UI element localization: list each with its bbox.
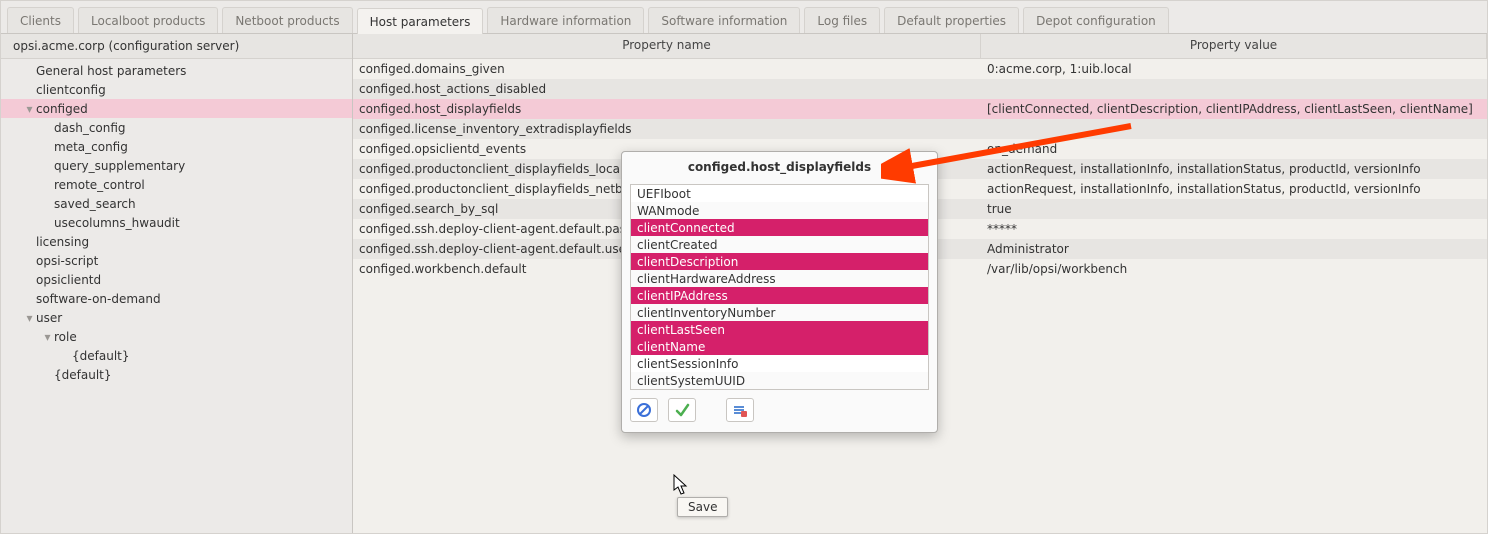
property-name-cell: configed.host_actions_disabled: [353, 79, 981, 99]
popup-option-clientCreated[interactable]: clientCreated: [631, 236, 928, 253]
sidebar-item-role[interactable]: ▾role: [1, 327, 352, 346]
popup-option-clientSystemUUID[interactable]: clientSystemUUID: [631, 372, 928, 389]
table-row[interactable]: configed.license_inventory_extradisplayf…: [353, 119, 1487, 139]
tree-item-label: clientconfig: [36, 83, 106, 97]
tree-item-label: dash_config: [54, 121, 126, 135]
remove-list-icon: [732, 402, 748, 418]
sidebar-item--default-[interactable]: {default}: [1, 346, 352, 365]
property-name-cell: configed.host_displayfields: [353, 99, 981, 119]
sidebar-item-general-host-parameters[interactable]: General host parameters: [1, 61, 352, 80]
property-value-cell: [clientConnected, clientDescription, cli…: [981, 99, 1487, 119]
popup-option-clientHardwareAddress[interactable]: clientHardwareAddress: [631, 270, 928, 287]
sidebar: opsi.acme.corp (configuration server) Ge…: [1, 34, 353, 534]
sidebar-item-licensing[interactable]: licensing: [1, 232, 352, 251]
popup-option-WANmode[interactable]: WANmode: [631, 202, 928, 219]
sidebar-header: opsi.acme.corp (configuration server): [1, 34, 352, 59]
property-value-cell: true: [981, 199, 1487, 219]
tab-localboot-products[interactable]: Localboot products: [78, 7, 218, 33]
sidebar-item-dash-config[interactable]: dash_config: [1, 118, 352, 137]
tab-log-files[interactable]: Log files: [804, 7, 880, 33]
tree-item-label: {default}: [54, 368, 112, 382]
app-root: ClientsLocalboot productsNetboot product…: [0, 0, 1488, 534]
tree-item-label: meta_config: [54, 140, 128, 154]
property-value-cell: Administrator: [981, 239, 1487, 259]
property-value-cell: on_demand: [981, 139, 1487, 159]
sidebar-item-user[interactable]: ▾user: [1, 308, 352, 327]
sidebar-item-clientconfig[interactable]: clientconfig: [1, 80, 352, 99]
tree-item-label: remote_control: [54, 178, 145, 192]
tree-item-label: configed: [36, 102, 88, 116]
tree-item-label: saved_search: [54, 197, 136, 211]
popup-title: configed.host_displayfields: [622, 152, 937, 184]
popup-option-clientInventoryNumber[interactable]: clientInventoryNumber: [631, 304, 928, 321]
tab-bar: ClientsLocalboot productsNetboot product…: [1, 1, 1487, 34]
popup-option-clientIPAddress[interactable]: clientIPAddress: [631, 287, 928, 304]
property-value-cell: actionRequest, installationInfo, install…: [981, 179, 1487, 199]
tab-clients[interactable]: Clients: [7, 7, 74, 33]
sidebar-item-meta-config[interactable]: meta_config: [1, 137, 352, 156]
column-property-value[interactable]: Property value: [981, 34, 1487, 58]
property-name-cell: configed.domains_given: [353, 59, 981, 79]
column-property-name[interactable]: Property name: [353, 34, 981, 58]
tab-host-parameters[interactable]: Host parameters: [357, 8, 484, 34]
sidebar-item-remote-control[interactable]: remote_control: [1, 175, 352, 194]
tree-item-label: opsiclientd: [36, 273, 101, 287]
sidebar-tree: General host parametersclientconfig▾conf…: [1, 59, 352, 534]
tree-item-label: usecolumns_hwaudit: [54, 216, 180, 230]
disclosure-triangle-icon[interactable]: ▾: [25, 102, 34, 116]
tab-netboot-products[interactable]: Netboot products: [222, 7, 352, 33]
sidebar-item-software-on-demand[interactable]: software-on-demand: [1, 289, 352, 308]
popup-option-list: UEFIbootWANmodeclientConnectedclientCrea…: [630, 184, 929, 390]
popup-option-clientLastSeen[interactable]: clientLastSeen: [631, 321, 928, 338]
sidebar-item-opsiclientd[interactable]: opsiclientd: [1, 270, 352, 289]
tree-item-label: role: [54, 330, 77, 344]
sidebar-item-configed[interactable]: ▾configed: [1, 99, 352, 118]
prohibited-icon: [636, 402, 652, 418]
popup-action-bar: [622, 390, 937, 432]
cancel-button[interactable]: [630, 398, 658, 422]
tree-item-label: {default}: [72, 349, 130, 363]
property-value-cell: [981, 79, 1487, 99]
tree-item-label: user: [36, 311, 62, 325]
property-value-cell: [981, 119, 1487, 139]
tree-item-label: General host parameters: [36, 64, 186, 78]
popup-option-clientConnected[interactable]: clientConnected: [631, 219, 928, 236]
popup-option-clientDescription[interactable]: clientDescription: [631, 253, 928, 270]
tab-default-properties[interactable]: Default properties: [884, 7, 1019, 33]
table-row[interactable]: configed.host_actions_disabled: [353, 79, 1487, 99]
tree-item-label: opsi-script: [36, 254, 98, 268]
property-value-cell: /var/lib/opsi/workbench: [981, 259, 1487, 279]
sidebar-item-usecolumns-hwaudit[interactable]: usecolumns_hwaudit: [1, 213, 352, 232]
disclosure-triangle-icon[interactable]: ▾: [43, 330, 52, 344]
sidebar-item-saved-search[interactable]: saved_search: [1, 194, 352, 213]
tree-item-label: query_supplementary: [54, 159, 185, 173]
tab-depot-configuration[interactable]: Depot configuration: [1023, 7, 1169, 33]
value-selection-popup: configed.host_displayfields UEFIbootWANm…: [621, 151, 938, 433]
tree-item-label: software-on-demand: [36, 292, 161, 306]
table-row[interactable]: configed.domains_given0:acme.corp, 1:uib…: [353, 59, 1487, 79]
property-value-cell: actionRequest, installationInfo, install…: [981, 159, 1487, 179]
property-value-cell: *****: [981, 219, 1487, 239]
table-row[interactable]: configed.host_displayfields[clientConnec…: [353, 99, 1487, 119]
popup-option-UEFIboot[interactable]: UEFIboot: [631, 185, 928, 202]
table-header: Property name Property value: [353, 34, 1487, 59]
checkmark-icon: [674, 402, 690, 418]
sidebar-item-query-supplementary[interactable]: query_supplementary: [1, 156, 352, 175]
tree-item-label: licensing: [36, 235, 89, 249]
popup-option-clientName[interactable]: clientName: [631, 338, 928, 355]
disclosure-triangle-icon[interactable]: ▾: [25, 311, 34, 325]
tab-hardware-information[interactable]: Hardware information: [487, 7, 644, 33]
remove-button[interactable]: [726, 398, 754, 422]
property-value-cell: 0:acme.corp, 1:uib.local: [981, 59, 1487, 79]
popup-option-clientSessionInfo[interactable]: clientSessionInfo: [631, 355, 928, 372]
tab-software-information[interactable]: Software information: [648, 7, 800, 33]
property-name-cell: configed.license_inventory_extradisplayf…: [353, 119, 981, 139]
sidebar-item--default-[interactable]: {default}: [1, 365, 352, 384]
save-button[interactable]: [668, 398, 696, 422]
sidebar-item-opsi-script[interactable]: opsi-script: [1, 251, 352, 270]
tooltip: Save: [677, 497, 728, 517]
